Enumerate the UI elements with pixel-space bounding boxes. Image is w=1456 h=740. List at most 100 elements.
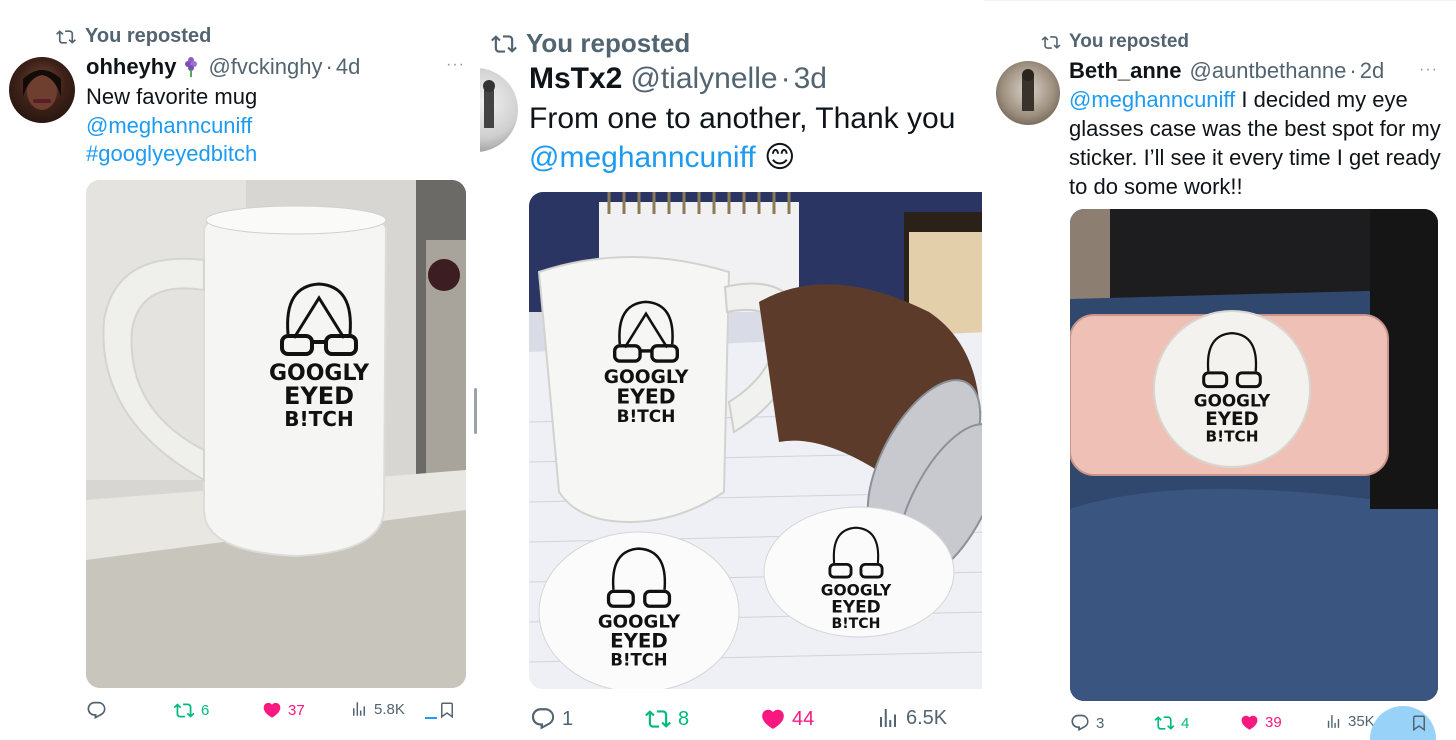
googly-logo: GOOGLY EYED B!TCH xyxy=(591,292,701,442)
tweet-card-2[interactable]: You reposted MsTx2 @tialynelle · 3d From… xyxy=(480,0,982,739)
views-button[interactable]: 35K xyxy=(1325,713,1375,730)
hyacinth-emoji-icon xyxy=(185,57,198,77)
repost-button[interactable]: 4 xyxy=(1154,713,1189,733)
tweet-text-line: From one to another, Thank you xyxy=(529,102,956,135)
mention-link[interactable]: @meghanncuniff xyxy=(86,112,257,141)
views-icon xyxy=(1327,715,1340,728)
svg-text:EYED: EYED xyxy=(610,629,668,652)
repost-icon xyxy=(56,29,76,44)
repost-icon xyxy=(1041,35,1061,49)
like-button[interactable]: 44 xyxy=(760,706,814,732)
tweet-text: New favorite mug @meghanncuniff #googlye… xyxy=(86,83,257,169)
user-handle[interactable]: @tialynelle xyxy=(630,62,777,96)
tweet-text: @meghanncuniff I decided my eye glasses … xyxy=(1069,85,1453,201)
hashtag-link[interactable]: #googlyeyedbitch xyxy=(86,140,257,169)
reposted-indicator: You reposted xyxy=(490,28,690,59)
views-icon xyxy=(880,709,896,727)
user-handle[interactable]: @auntbethanne xyxy=(1189,58,1346,84)
tweet-text-line: I decided my eye xyxy=(1235,87,1408,112)
repost-button[interactable]: 6 xyxy=(173,700,209,721)
avatar[interactable] xyxy=(996,61,1060,125)
views-icon xyxy=(353,702,365,716)
like-count: 39 xyxy=(1265,714,1282,731)
like-icon xyxy=(1241,715,1258,730)
timestamp[interactable]: 3d xyxy=(794,62,827,96)
tweet-header: Beth_anne @auntbethanne · 2d xyxy=(1069,58,1384,84)
sticker-logo: GOOGLY EYED B!TCH xyxy=(801,522,911,642)
display-name[interactable]: ohheyhy xyxy=(86,54,176,80)
bookmark-button[interactable] xyxy=(1410,713,1428,733)
reply-icon xyxy=(531,708,555,730)
more-icon[interactable]: ··· xyxy=(446,56,465,74)
repost-label: You reposted xyxy=(1069,31,1189,52)
repost-count: 8 xyxy=(678,707,690,730)
tweet-header: MsTx2 @tialynelle · 3d xyxy=(529,62,827,96)
mention-link[interactable]: @meghanncuniff xyxy=(1069,87,1235,112)
scrollbar-handle[interactable] xyxy=(474,388,477,434)
tweet-text-line: New favorite mug xyxy=(86,84,258,109)
svg-text:EYED: EYED xyxy=(1205,409,1259,430)
svg-text:B!TCH: B!TCH xyxy=(832,616,881,632)
reply-button[interactable]: 3 xyxy=(1070,713,1104,733)
like-button[interactable]: 37 xyxy=(262,700,305,720)
smile-emoji-icon: 😊 xyxy=(764,141,796,174)
svg-text:B!TCH: B!TCH xyxy=(1205,428,1258,446)
sticker-logo: GOOGLY EYED B!TCH xyxy=(1182,327,1282,457)
avatar[interactable] xyxy=(9,57,75,123)
googly-logo: GOOGLY EYED B!TCH xyxy=(254,276,384,446)
separator-dot: · xyxy=(1349,58,1357,83)
like-count: 44 xyxy=(792,707,815,730)
svg-text:EYED: EYED xyxy=(284,382,354,410)
svg-text:B!TCH: B!TCH xyxy=(610,651,667,670)
timestamp[interactable]: 2d xyxy=(1360,58,1384,84)
reply-icon xyxy=(87,701,106,719)
reply-button[interactable] xyxy=(86,700,107,721)
views-count: 35K xyxy=(1348,713,1375,730)
tweet-card-1[interactable]: You reposted ohheyhy @fvckinghy · 4d ···… xyxy=(0,0,478,739)
like-icon xyxy=(762,709,784,729)
svg-text:EYED: EYED xyxy=(831,596,880,616)
tweet-text-line: to do some work!! xyxy=(1069,174,1243,199)
reply-count: 1 xyxy=(562,707,574,730)
focus-underline xyxy=(425,717,437,719)
separator-dot: · xyxy=(325,54,333,79)
like-button[interactable]: 39 xyxy=(1240,713,1282,732)
display-name[interactable]: MsTx2 xyxy=(529,62,622,96)
tweet-media-image[interactable]: GOOGLY EYED B!TCH GOOGLY EYED B!TCH GOOG… xyxy=(529,192,982,689)
mention-link[interactable]: @meghanncuniff xyxy=(529,141,756,174)
tweet-media-image[interactable]: GOOGLY EYED B!TCH xyxy=(86,180,466,688)
tweet-text-line: sticker. I’ll see it every time I get re… xyxy=(1069,145,1441,170)
bookmark-button[interactable] xyxy=(438,700,456,720)
bookmark-icon xyxy=(1413,715,1425,732)
bookmark-icon xyxy=(441,702,453,719)
tweet-header: ohheyhy @fvckinghy · 4d xyxy=(86,54,360,80)
display-name[interactable]: Beth_anne xyxy=(1069,58,1181,84)
repost-icon xyxy=(1154,716,1175,730)
repost-icon xyxy=(645,710,671,728)
reply-icon xyxy=(1071,714,1089,732)
tweet-text: From one to another, Thank you @meghannc… xyxy=(529,99,955,177)
svg-text:B!TCH: B!TCH xyxy=(617,406,676,426)
avatar[interactable] xyxy=(480,68,518,152)
like-icon xyxy=(263,702,281,718)
svg-text:GOOGLY: GOOGLY xyxy=(1194,391,1271,411)
tweet-media-image[interactable]: GOOGLY EYED B!TCH xyxy=(1070,209,1438,701)
repost-count: 4 xyxy=(1181,714,1190,732)
more-icon[interactable]: ··· xyxy=(1419,61,1438,79)
repost-label: You reposted xyxy=(85,25,212,47)
sticker-logo: GOOGLY EYED B!TCH xyxy=(579,542,699,682)
repost-button[interactable]: 8 xyxy=(644,706,689,732)
timestamp[interactable]: 4d xyxy=(336,54,360,80)
reply-button[interactable]: 1 xyxy=(530,706,573,732)
separator-dot: · xyxy=(780,62,791,95)
svg-text:EYED: EYED xyxy=(616,384,675,408)
tweet-text-line: glasses case was the best spot for my xyxy=(1069,116,1441,141)
user-handle[interactable]: @fvckinghy xyxy=(208,54,322,80)
views-button[interactable]: 6.5K xyxy=(876,706,947,730)
tweet-card-3[interactable]: You reposted Beth_anne @auntbethanne · 2… xyxy=(984,0,1456,740)
reposted-indicator: You reposted xyxy=(55,25,211,48)
views-count: 6.5K xyxy=(906,706,948,729)
views-button[interactable]: 5.8K xyxy=(350,700,405,718)
reposted-indicator: You reposted xyxy=(1041,31,1189,53)
repost-icon xyxy=(173,703,195,718)
